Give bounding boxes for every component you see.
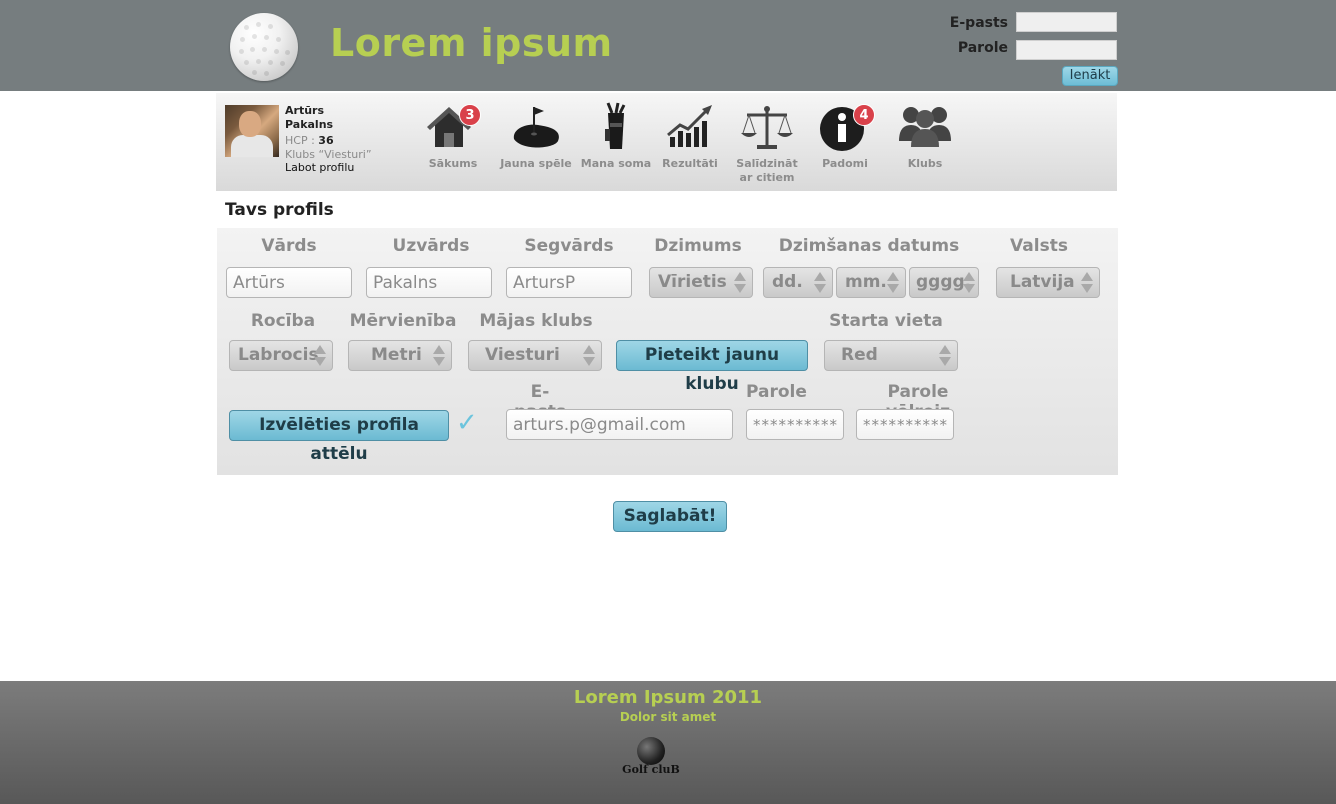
footer-title: Lorem Ipsum 2011 — [573, 687, 763, 708]
units-value: Metri — [371, 345, 422, 365]
golf-ball-logo — [230, 13, 298, 81]
select-arrows-icon — [1081, 272, 1093, 294]
profile-last-name: Pakalns — [285, 118, 334, 131]
country-label: Valsts — [1010, 236, 1068, 256]
password-repeat-input[interactable] — [856, 409, 954, 440]
select-arrows-icon — [314, 345, 326, 367]
nav-item-bag[interactable]: Mana soma — [576, 101, 656, 171]
select-arrows-icon — [887, 272, 899, 294]
tee-value: Red — [841, 345, 878, 365]
tee-label: Starta vieta — [829, 311, 943, 331]
golf-club-logo-icon — [637, 737, 665, 765]
nav-item-home[interactable]: 3 Sākums — [413, 101, 493, 171]
nickname-input[interactable] — [506, 267, 632, 298]
birth-month-select[interactable]: mm. — [836, 267, 906, 298]
first-name-label: Vārds — [261, 236, 317, 256]
site-footer: Lorem Ipsum 2011 Dolor sit amet Golf clu… — [0, 681, 1336, 804]
nav-label-home: Sākums — [428, 157, 478, 170]
home-club-label: Mājas klubs — [479, 311, 593, 331]
password-input[interactable] — [746, 409, 844, 440]
units-select[interactable]: Metri — [348, 340, 452, 371]
hand-label: Rocība — [250, 311, 316, 331]
select-arrows-icon — [583, 345, 595, 367]
footer-subtitle: Dolor sit amet — [619, 710, 717, 724]
info-icon: 4 — [817, 101, 875, 153]
chart-icon — [662, 101, 718, 153]
tee-select[interactable]: Red — [824, 340, 958, 371]
site-header: Lorem ipsum E-pasts Parole Ienākt — [0, 0, 1336, 91]
birth-month-value: mm. — [845, 272, 887, 292]
choose-picture-button[interactable]: Izvēlēties profila attēlu — [229, 410, 449, 464]
last-name-input[interactable] — [366, 267, 492, 298]
edit-profile-link[interactable]: Labot profilu — [285, 161, 354, 174]
hcp-label: HCP : — [285, 134, 315, 147]
check-icon: ✓ — [456, 408, 478, 438]
birth-day-value: dd. — [772, 272, 803, 292]
home-club-value: Viesturi — [485, 345, 560, 365]
gender-label: Dzimums — [654, 236, 742, 256]
nav-label-compare: Salīdzināt — [736, 157, 798, 170]
home-badge: 3 — [459, 104, 481, 126]
home-club-select[interactable]: Viesturi — [468, 340, 602, 371]
gender-select[interactable]: Vīrietis — [649, 267, 753, 298]
first-name-input[interactable] — [226, 267, 352, 298]
email-input[interactable] — [506, 409, 733, 440]
golf-club-logo-text: Golf cluB — [622, 763, 680, 776]
nav-item-tips[interactable]: 4 Padomi — [805, 101, 885, 171]
select-arrows-icon — [963, 272, 975, 294]
nav-label-compare-2: ar citiem — [739, 171, 795, 184]
gender-value: Vīrietis — [658, 272, 727, 292]
select-arrows-icon — [814, 272, 826, 294]
save-button[interactable]: Saglabāt! — [613, 501, 727, 532]
profile-club: Klubs “Viesturi” — [285, 148, 372, 161]
nav-label-club: Klubs — [907, 157, 943, 170]
password-label: Parole — [746, 382, 807, 402]
nav-item-new-game[interactable]: Jauna spēle — [496, 101, 576, 171]
hand-select[interactable]: Labrocis — [229, 340, 333, 371]
login-password-input[interactable] — [1016, 40, 1117, 60]
nav-item-club[interactable]: Klubs — [885, 101, 965, 171]
country-select[interactable]: Latvija — [996, 267, 1100, 298]
group-icon — [897, 101, 953, 153]
profile-nav-bar: Artūrs Pakalns HCP : 36 Klubs “Viesturi”… — [216, 93, 1117, 191]
birth-day-select[interactable]: dd. — [763, 267, 833, 298]
nav-label-bag: Mana soma — [580, 157, 652, 170]
nav-label-new-game: Jauna spēle — [500, 157, 572, 170]
home-icon: 3 — [425, 101, 481, 153]
select-arrows-icon — [939, 345, 951, 367]
birthdate-label: Dzimšanas datums — [778, 236, 960, 256]
units-label: Mērvienība — [349, 311, 457, 331]
nav-item-results[interactable]: Rezultāti — [650, 101, 730, 171]
select-arrows-icon — [734, 272, 746, 294]
nav-label-results: Rezultāti — [662, 157, 718, 170]
select-arrows-icon — [433, 345, 445, 367]
nav-item-compare[interactable]: Salīdzināt ar citiem — [727, 101, 807, 185]
putting-green-icon — [508, 101, 564, 153]
profile-first-name: Artūrs — [285, 104, 324, 117]
nickname-label: Segvārds — [524, 236, 614, 256]
login-email-input[interactable] — [1016, 12, 1117, 32]
last-name-label: Uzvārds — [392, 236, 470, 256]
country-value: Latvija — [1010, 272, 1075, 292]
profile-hcp: HCP : 36 — [285, 134, 334, 148]
nav-label-tips: Padomi — [822, 157, 868, 170]
login-button[interactable]: Ienākt — [1062, 66, 1118, 86]
birth-year-select[interactable]: gggg. — [909, 267, 979, 298]
section-title: Tavs profils — [225, 200, 334, 220]
register-club-button[interactable]: Pieteikt jaunu klubu — [616, 340, 808, 394]
golf-bag-icon — [588, 101, 644, 153]
login-password-label: Parole — [957, 40, 1008, 56]
avatar — [225, 105, 279, 157]
site-title: Lorem ipsum — [330, 21, 613, 65]
login-email-label: E-pasts — [949, 15, 1008, 31]
scales-icon — [739, 101, 795, 153]
tips-badge: 4 — [853, 104, 875, 126]
hcp-value: 36 — [318, 134, 334, 147]
hand-value: Labrocis — [238, 345, 319, 365]
